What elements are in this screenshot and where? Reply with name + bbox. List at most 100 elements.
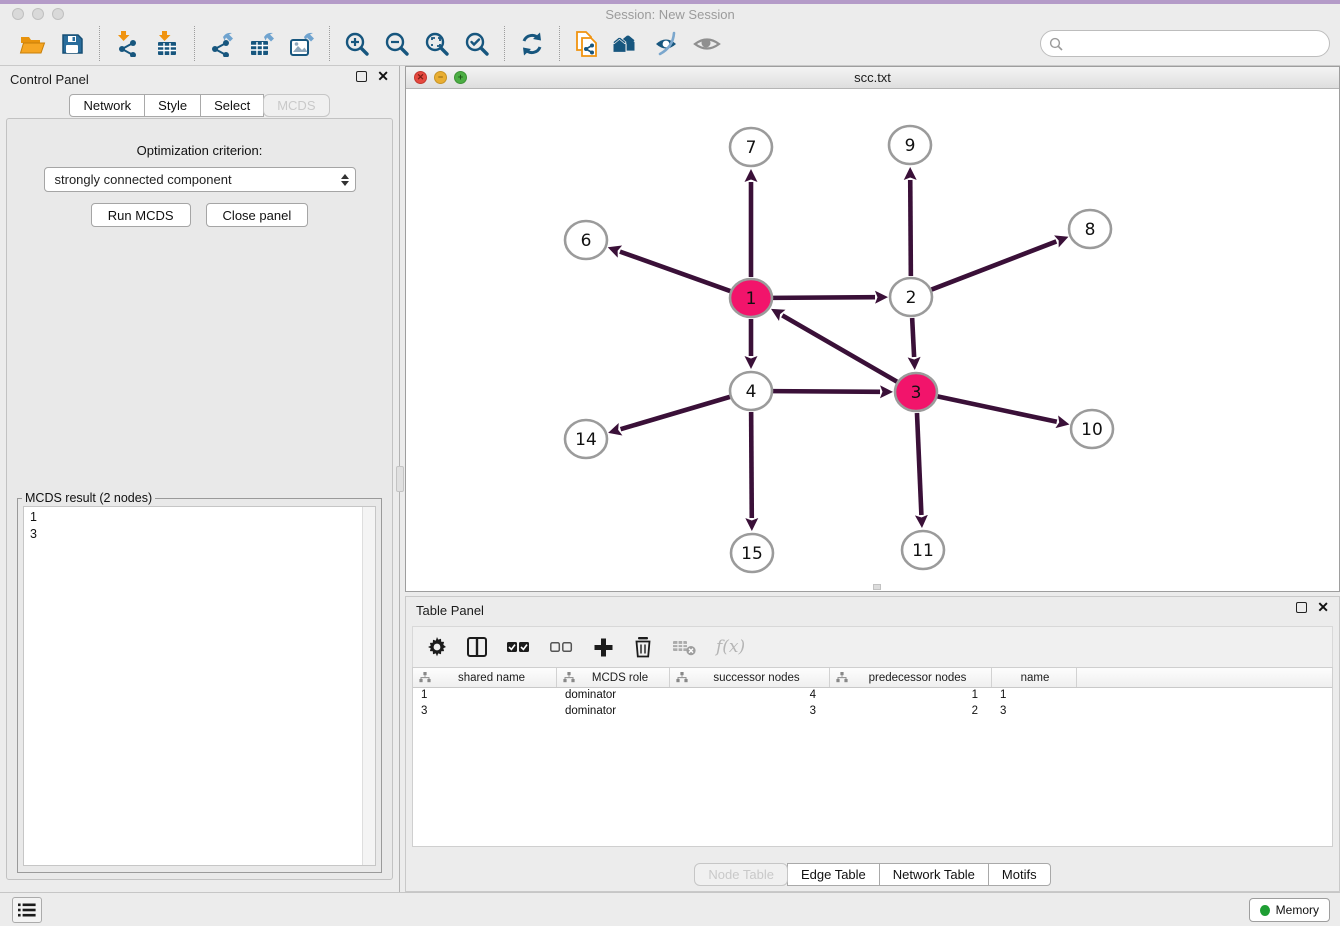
graph-edge-2-9[interactable] — [910, 180, 911, 276]
show-view-icon[interactable] — [692, 29, 722, 59]
control-panel-header: Control Panel ✕ — [0, 66, 399, 94]
delete-column-icon[interactable] — [633, 636, 653, 658]
tab-edge-table[interactable]: Edge Table — [787, 863, 880, 886]
select-all-icon[interactable] — [507, 641, 531, 653]
table-cell[interactable]: 2 — [830, 704, 992, 720]
import-network-icon[interactable] — [112, 29, 142, 59]
graph-node-14[interactable]: 14 — [565, 420, 607, 458]
column-header-label: name — [998, 672, 1072, 684]
column-header-label: shared name — [431, 672, 552, 684]
graph-node-10[interactable]: 10 — [1071, 410, 1113, 448]
table-cell[interactable]: 1 — [992, 688, 1077, 704]
table-toolbar: f(x) — [412, 626, 1333, 668]
hierarchy-icon — [563, 672, 575, 683]
memory-button[interactable]: Memory — [1249, 898, 1330, 922]
save-session-icon[interactable] — [57, 29, 87, 59]
settings-gear-icon[interactable] — [427, 637, 447, 657]
tab-select[interactable]: Select — [200, 94, 264, 117]
graph-edge-3-1[interactable] — [782, 315, 897, 381]
column-header-predecessor-nodes[interactable]: predecessor nodes — [830, 668, 992, 687]
graph-edge-3-10[interactable] — [938, 396, 1057, 421]
table-cell[interactable]: dominator — [557, 688, 670, 704]
clone-network-icon[interactable] — [572, 29, 602, 59]
hierarchy-icon — [836, 672, 848, 683]
task-history-button[interactable] — [12, 897, 42, 923]
tab-node-table[interactable]: Node Table — [694, 863, 788, 886]
run-mcds-button[interactable]: Run MCDS — [91, 203, 191, 227]
main-toolbar — [0, 22, 1340, 66]
float-table-panel-icon[interactable] — [1296, 602, 1307, 613]
optimization-criterion-select[interactable]: strongly connected component — [44, 167, 356, 192]
graph-node-8[interactable]: 8 — [1069, 210, 1111, 248]
deselect-all-icon[interactable] — [550, 641, 574, 653]
tab-motifs[interactable]: Motifs — [988, 863, 1051, 886]
selected-option-label: strongly connected component — [55, 172, 341, 187]
table-row[interactable]: 3dominator323 — [413, 704, 1332, 720]
column-header-shared-name[interactable]: shared name — [413, 668, 557, 687]
search-input[interactable] — [1068, 36, 1329, 51]
float-panel-icon[interactable] — [356, 71, 367, 82]
column-header-MCDS-role[interactable]: MCDS role — [557, 668, 670, 687]
graph-node-1[interactable]: 1 — [730, 279, 772, 317]
table-cell[interactable]: 4 — [670, 688, 830, 704]
close-panel-icon[interactable]: ✕ — [377, 71, 389, 82]
graph-node-6[interactable]: 6 — [565, 221, 607, 259]
graph-node-7[interactable]: 7 — [730, 128, 772, 166]
list-icon — [18, 903, 36, 917]
panel-divider-grip[interactable] — [396, 466, 404, 492]
tab-style[interactable]: Style — [144, 94, 201, 117]
graph-node-2[interactable]: 2 — [890, 278, 932, 316]
toolbar-separator — [99, 26, 100, 61]
zoom-in-icon[interactable] — [342, 29, 372, 59]
export-network-icon[interactable] — [207, 29, 237, 59]
table-cell[interactable]: 1 — [413, 688, 557, 704]
table-cell[interactable]: 3 — [992, 704, 1077, 720]
split-columns-icon[interactable] — [466, 636, 488, 658]
delete-table-icon[interactable] — [672, 637, 697, 657]
export-table-icon[interactable] — [247, 29, 277, 59]
graph-node-9[interactable]: 9 — [889, 126, 931, 164]
zoom-fit-icon[interactable] — [422, 29, 452, 59]
close-table-panel-icon[interactable]: ✕ — [1317, 602, 1329, 613]
export-image-icon[interactable] — [287, 29, 317, 59]
mcds-result-box: 13 — [23, 506, 376, 866]
graph-edge-4-15[interactable] — [751, 412, 752, 518]
graph-edge-2-3[interactable] — [912, 318, 914, 357]
result-scrollbar[interactable] — [362, 507, 375, 865]
network-canvas[interactable]: 7 9 6 8 1 2 4 3 14 10 15 11 — [406, 89, 1339, 591]
graph-edge-4-3[interactable] — [773, 391, 880, 392]
table-cell[interactable]: 3 — [413, 704, 557, 720]
close-panel-button[interactable]: Close panel — [206, 203, 309, 227]
function-builder-icon[interactable]: f(x) — [716, 637, 745, 657]
column-header-name[interactable]: name — [992, 668, 1077, 687]
graph-node-11[interactable]: 11 — [902, 531, 944, 569]
table-cell[interactable]: dominator — [557, 704, 670, 720]
graph-edge-1-2[interactable] — [773, 297, 875, 298]
column-header-successor-nodes[interactable]: successor nodes — [670, 668, 830, 687]
graph-node-3[interactable]: 3 — [895, 373, 937, 411]
network-window-titlebar: ✕ − + scc.txt — [406, 67, 1339, 89]
graph-edge-2-8[interactable] — [932, 241, 1057, 289]
search-field[interactable] — [1040, 30, 1330, 57]
tab-mcds[interactable]: MCDS — [263, 94, 329, 117]
add-column-icon[interactable] — [593, 637, 614, 658]
tab-network-table[interactable]: Network Table — [879, 863, 989, 886]
canvas-resize-grip[interactable] — [873, 584, 881, 590]
graph-node-4[interactable]: 4 — [730, 372, 772, 410]
table-row[interactable]: 1dominator411 — [413, 688, 1332, 704]
graph-edge-4-14[interactable] — [621, 397, 730, 429]
graph-node-15[interactable]: 15 — [731, 534, 773, 572]
import-table-icon[interactable] — [152, 29, 182, 59]
hide-view-icon[interactable] — [652, 29, 682, 59]
table-cell[interactable]: 1 — [830, 688, 992, 704]
table-cell[interactable]: 3 — [670, 704, 830, 720]
home-icon[interactable] — [612, 29, 642, 59]
tab-network[interactable]: Network — [69, 94, 145, 117]
graph-edge-1-6[interactable] — [620, 252, 730, 291]
zoom-selected-icon[interactable] — [462, 29, 492, 59]
zoom-out-icon[interactable] — [382, 29, 412, 59]
refresh-layout-icon[interactable] — [517, 29, 547, 59]
open-file-icon[interactable] — [17, 29, 47, 59]
graph-edge-3-11[interactable] — [917, 413, 921, 515]
svg-text:1: 1 — [746, 289, 757, 309]
